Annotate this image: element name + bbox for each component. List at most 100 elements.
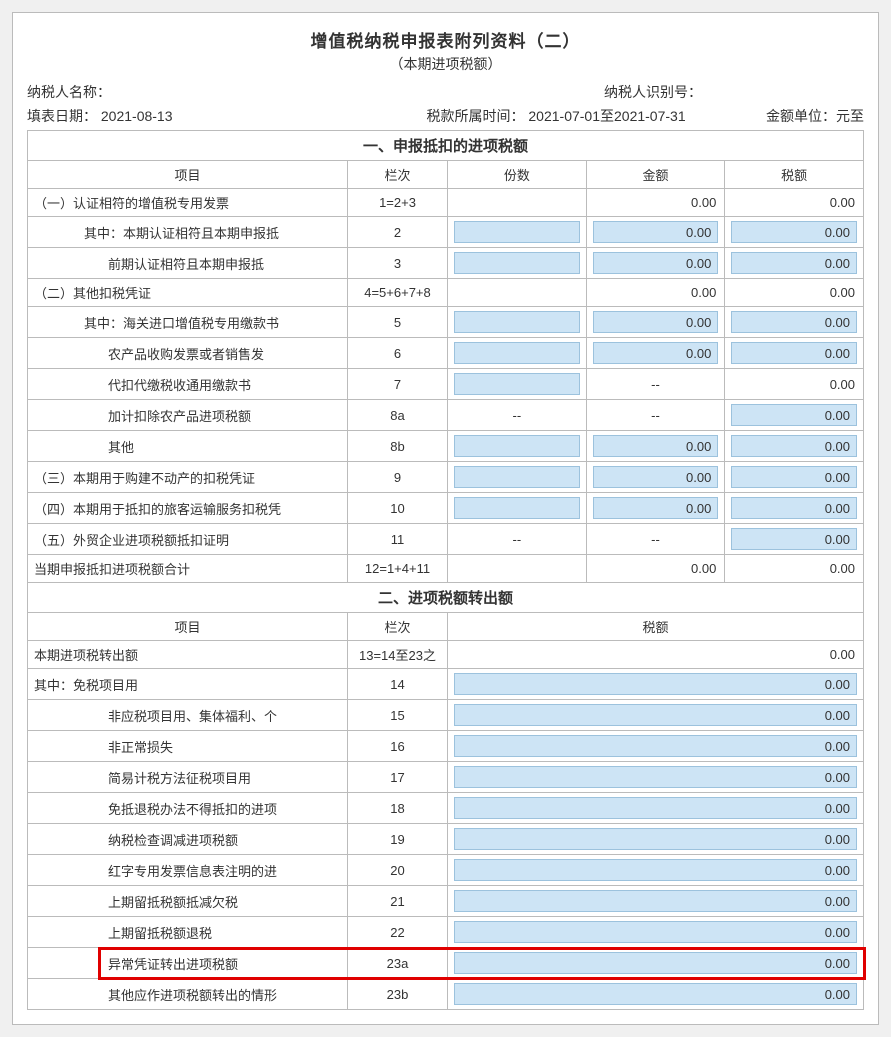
- s1-amount-10-cell: [586, 493, 725, 524]
- s2-item-20: 红字专用发票信息表注明的进: [28, 855, 348, 886]
- s2-item-13=14至23之: 本期进项税转出额: [28, 641, 348, 669]
- s2-lc-23a: 23a: [348, 948, 448, 979]
- meta-row-1: 纳税人名称： 纳税人识别号：: [27, 82, 864, 102]
- s2-tax-20-cell: [448, 855, 864, 886]
- s2-lc-16: 16: [348, 731, 448, 762]
- unit-label: 金额单位：元至: [766, 108, 864, 124]
- s1-tax-6-input[interactable]: [731, 342, 857, 364]
- s2-tax-22-cell: [448, 917, 864, 948]
- s2-item-14: 其中：免税项目用: [28, 669, 348, 700]
- s1-tax-8b-input[interactable]: [731, 435, 857, 457]
- s1-amount-8b-input[interactable]: [593, 435, 719, 457]
- s1-copies-12=1+4+11-cell: [448, 555, 587, 583]
- s2-row-13=14至23之: 本期进项税转出额13=14至23之0.00: [28, 641, 864, 669]
- s1-lc-8a: 8a: [348, 400, 448, 431]
- s1-copies-7-input[interactable]: [454, 373, 580, 395]
- s2-tax-23a-input[interactable]: [454, 952, 857, 974]
- s1-copies-3-input[interactable]: [454, 252, 580, 274]
- s1-copies-6-input[interactable]: [454, 342, 580, 364]
- s2-tax-13=14至23之-cell: 0.00: [448, 641, 864, 669]
- s2-tax-23a-cell: [448, 948, 864, 979]
- s2-lc-22: 22: [348, 917, 448, 948]
- s1-copies-8b-input[interactable]: [454, 435, 580, 457]
- s1-copies-10-cell: [448, 493, 587, 524]
- s1-item-7: 代扣代缴税收通用缴款书: [28, 369, 348, 400]
- s2-row-23b: 其他应作进项税额转出的情形23b: [28, 979, 864, 1010]
- s2-tax-23b-cell: [448, 979, 864, 1010]
- s1-amount-6-input[interactable]: [593, 342, 719, 364]
- s2-item-21: 上期留抵税额抵减欠税: [28, 886, 348, 917]
- amount-unit: 金额单位：元至: [766, 106, 864, 126]
- header-item: 项目: [28, 161, 348, 189]
- s1-tax-11-input[interactable]: [731, 528, 857, 550]
- s2-lc-18: 18: [348, 793, 448, 824]
- s1-tax-2-input[interactable]: [731, 221, 857, 243]
- s1-tax-9-input[interactable]: [731, 466, 857, 488]
- form-subtitle: （本期进项税额）: [27, 54, 864, 74]
- s1-tax-5-input[interactable]: [731, 311, 857, 333]
- s2-tax-21-cell: [448, 886, 864, 917]
- s1-tax-12=1+4+11-cell: 0.00: [725, 555, 864, 583]
- form-sheet: 增值税纳税申报表附列资料（二） （本期进项税额） 纳税人名称： 纳税人识别号： …: [12, 12, 879, 1025]
- s1-lc-7: 7: [348, 369, 448, 400]
- s1-row-12=1+4+11: 当期申报抵扣进项税额合计12=1+4+110.000.00: [28, 555, 864, 583]
- s2-tax-18-cell: [448, 793, 864, 824]
- s1-tax-10-cell: [725, 493, 864, 524]
- meta-row-2: 填表日期： 2021-08-13 税款所属时间： 2021-07-01至2021…: [27, 106, 864, 126]
- s1-tax-10-input[interactable]: [731, 497, 857, 519]
- s1-lc-4=5+6+7+8: 4=5+6+7+8: [348, 279, 448, 307]
- s1-row-2: 其中：本期认证相符且本期申报抵2: [28, 217, 864, 248]
- s1-amount-3-input[interactable]: [593, 252, 719, 274]
- payer-id-label: 纳税人识别号：: [604, 84, 702, 100]
- s1-copies-10-input[interactable]: [454, 497, 580, 519]
- s1-amount-2-input[interactable]: [593, 221, 719, 243]
- s2-row-23a: 异常凭证转出进项税额23a: [28, 948, 864, 979]
- s1-copies-3-cell: [448, 248, 587, 279]
- s2-tax-17-input[interactable]: [454, 766, 857, 788]
- s1-item-9: （三）本期用于购建不动产的扣税凭证: [28, 462, 348, 493]
- s2-tax-16-input[interactable]: [454, 735, 857, 757]
- s2-tax-14-input[interactable]: [454, 673, 857, 695]
- s1-row-1=2+3: （一）认证相符的增值税专用发票1=2+30.000.00: [28, 189, 864, 217]
- s2-tax-22-input[interactable]: [454, 921, 857, 943]
- s2-item-16: 非正常损失: [28, 731, 348, 762]
- s2-lc-15: 15: [348, 700, 448, 731]
- s2-lc-19: 19: [348, 824, 448, 855]
- payer-id: 纳税人识别号：: [604, 82, 864, 102]
- s1-amount-10-input[interactable]: [593, 497, 719, 519]
- s1-row-9: （三）本期用于购建不动产的扣税凭证9: [28, 462, 864, 493]
- s2-item-15: 非应税项目用、集体福利、个: [28, 700, 348, 731]
- s1-tax-8b-cell: [725, 431, 864, 462]
- s2-row-14: 其中：免税项目用14: [28, 669, 864, 700]
- s1-amount-9-cell: [586, 462, 725, 493]
- tax-period: 税款所属时间： 2021-07-01至2021-07-31: [367, 106, 767, 126]
- s1-copies-2-input[interactable]: [454, 221, 580, 243]
- s2-tax-20-input[interactable]: [454, 859, 857, 881]
- s2-tax-18-input[interactable]: [454, 797, 857, 819]
- s1-copies-6-cell: [448, 338, 587, 369]
- s1-tax-11-cell: [725, 524, 864, 555]
- s1-copies-9-input[interactable]: [454, 466, 580, 488]
- s2-tax-15-input[interactable]: [454, 704, 857, 726]
- s1-tax-6-cell: [725, 338, 864, 369]
- s1-copies-5-input[interactable]: [454, 311, 580, 333]
- s2-tax-19-input[interactable]: [454, 828, 857, 850]
- s1-amount-9-input[interactable]: [593, 466, 719, 488]
- s1-row-8b: 其他8b: [28, 431, 864, 462]
- s1-lc-3: 3: [348, 248, 448, 279]
- s1-tax-3-input[interactable]: [731, 252, 857, 274]
- s2-row-17: 简易计税方法征税项目用17: [28, 762, 864, 793]
- s2-tax-21-input[interactable]: [454, 890, 857, 912]
- s1-row-4=5+6+7+8: （二）其他扣税凭证4=5+6+7+80.000.00: [28, 279, 864, 307]
- s1-tax-8a-input[interactable]: [731, 404, 857, 426]
- s1-amount-5-input[interactable]: [593, 311, 719, 333]
- s2-lc-23b: 23b: [348, 979, 448, 1010]
- s1-lc-12=1+4+11: 12=1+4+11: [348, 555, 448, 583]
- s2-header-item: 项目: [28, 613, 348, 641]
- s2-header-tax: 税额: [448, 613, 864, 641]
- s1-copies-8a-cell: --: [448, 400, 587, 431]
- s1-amount-6-cell: [586, 338, 725, 369]
- header-amount: 金额: [586, 161, 725, 189]
- s2-tax-23b-input[interactable]: [454, 983, 857, 1005]
- s2-row-21: 上期留抵税额抵减欠税21: [28, 886, 864, 917]
